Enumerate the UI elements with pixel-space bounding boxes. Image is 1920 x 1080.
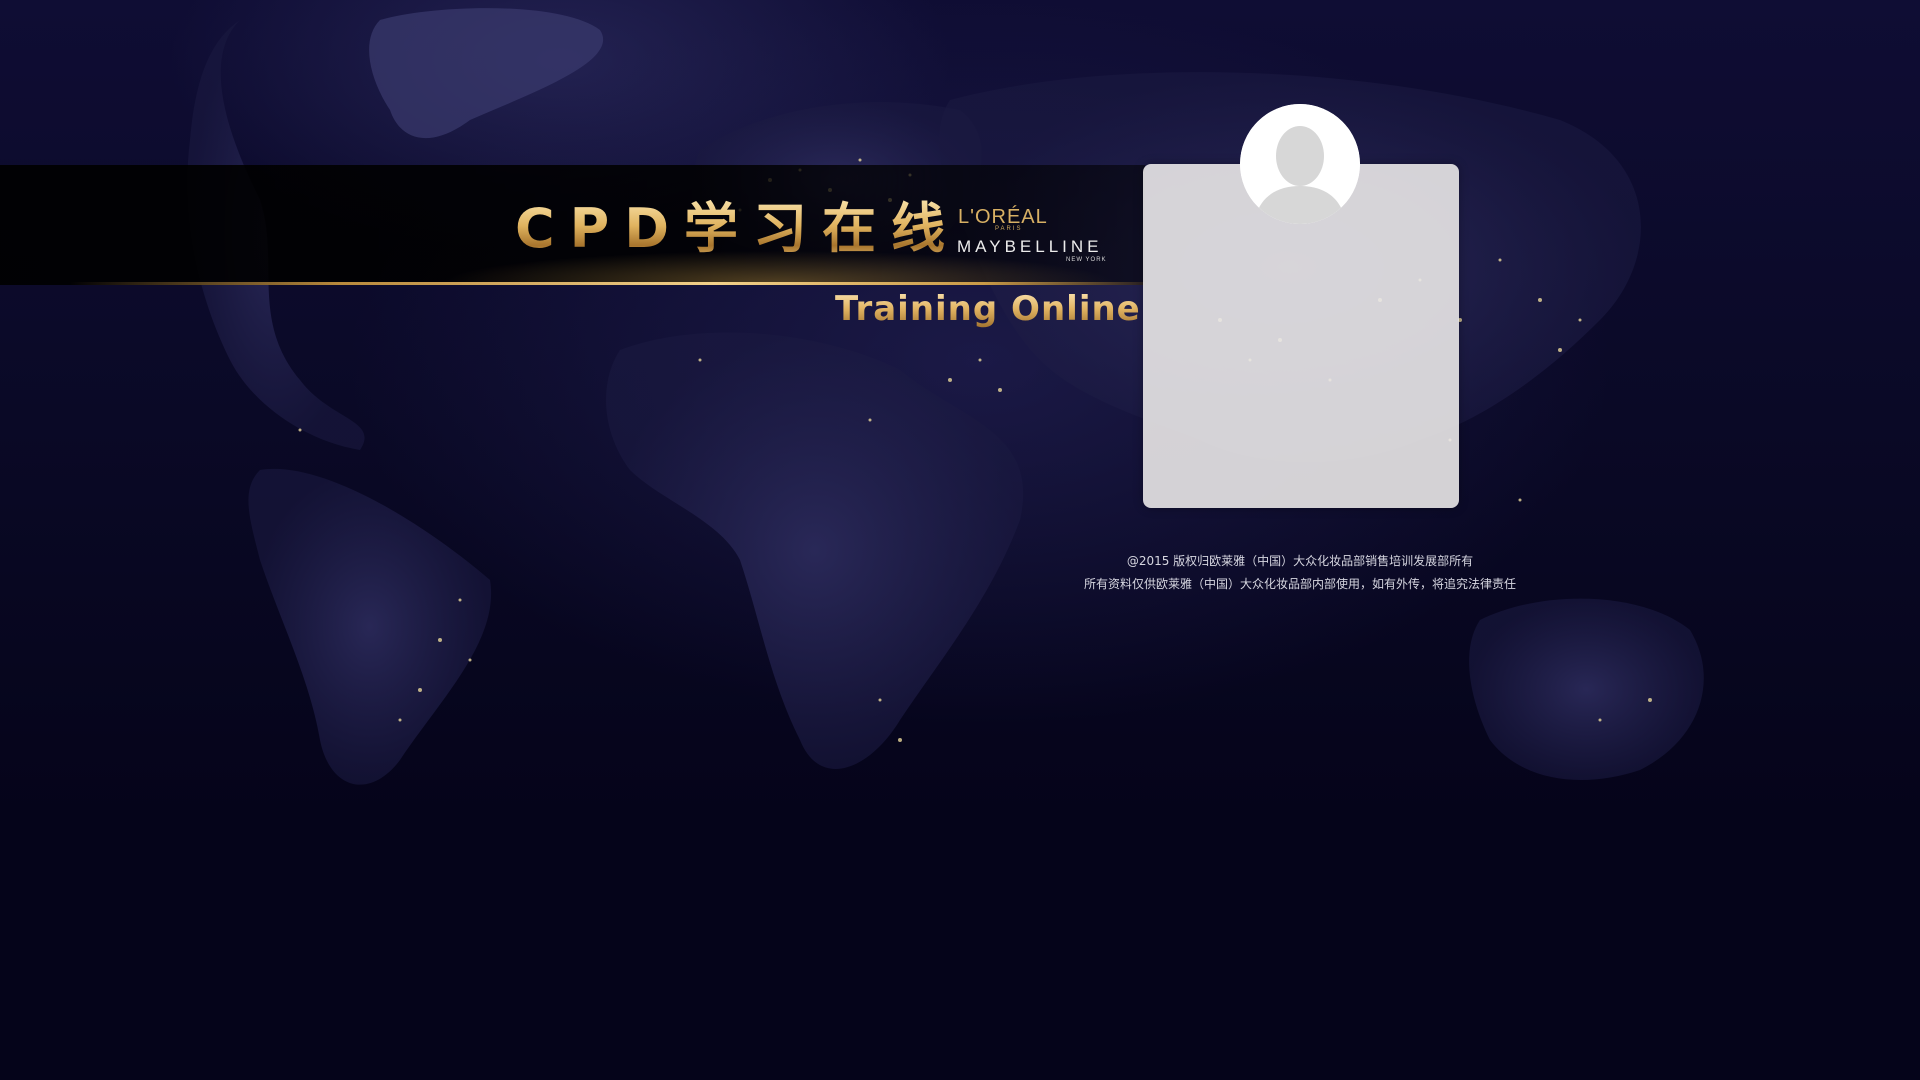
- copyright-text: @2015 版权归欧莱雅（中国）大众化妆品部销售培训发展部所有: [1126, 554, 1474, 568]
- app-title: CPD学习在线: [515, 197, 961, 260]
- user-silhouette-icon: [1240, 104, 1360, 224]
- gold-divider-line: [70, 282, 1145, 285]
- usage-notice-text: 所有资料仅供欧莱雅（中国）大众化妆品部内部使用，如有外传，将追究法律责任: [1083, 577, 1516, 591]
- footer: @2015 版权归欧莱雅（中国）大众化妆品部销售培训发展部所有 所有资料仅供欧莱…: [1000, 550, 1600, 596]
- south-america-shape: [248, 468, 492, 785]
- maybelline-logo: MAYBELLINE: [957, 237, 1103, 256]
- login-page: CPD学习在线 L'ORÉAL PARIS MAYBELLINE NEW YOR…: [0, 0, 1920, 1080]
- app-subtitle: Training Online: [835, 289, 1141, 329]
- greenland-shape: [369, 8, 604, 139]
- maybelline-newyork-text: NEW YORK: [1066, 257, 1107, 263]
- africa-shape: [606, 332, 1024, 769]
- australia-shape: [1469, 598, 1704, 780]
- loreal-paris-text: PARIS: [995, 226, 1023, 232]
- world-map-background: [187, 8, 1704, 785]
